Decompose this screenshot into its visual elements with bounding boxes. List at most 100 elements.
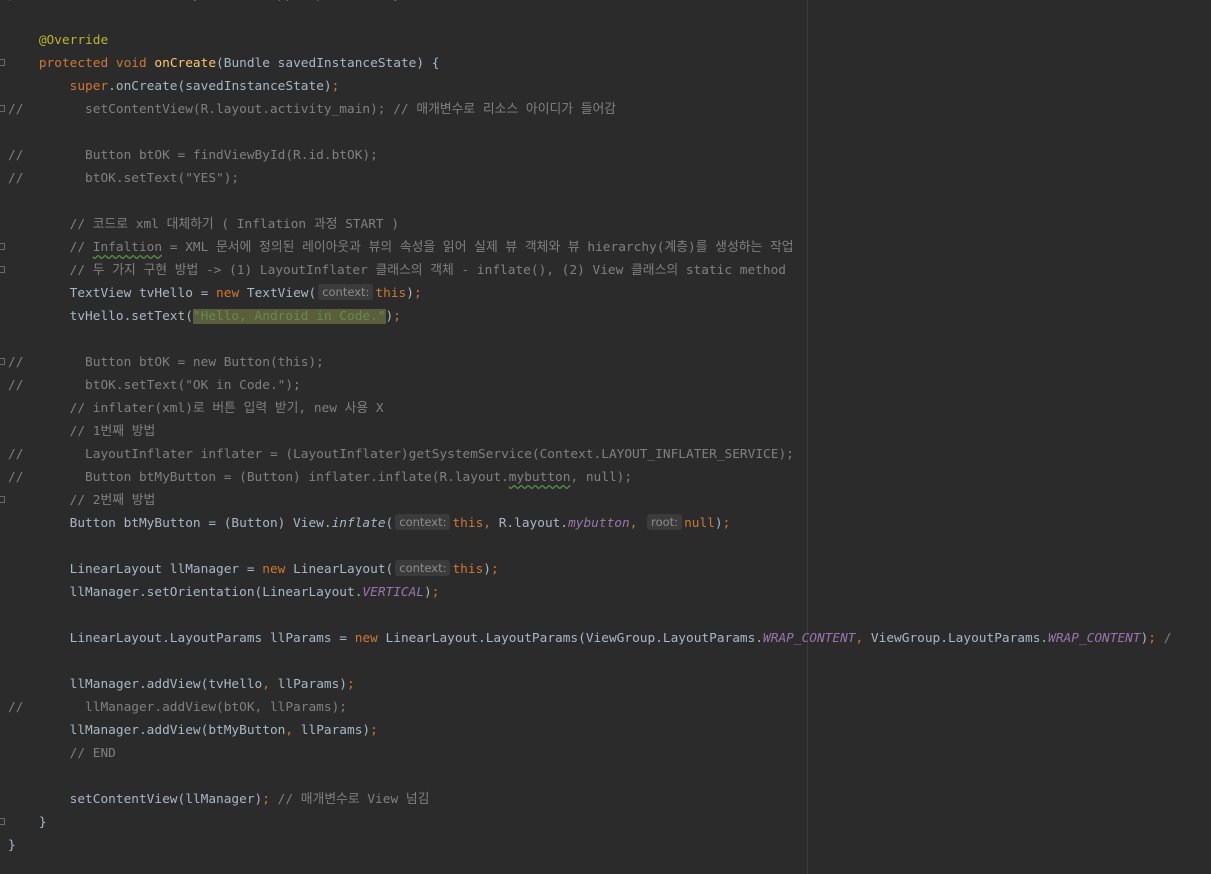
code-token: / — [1156, 631, 1172, 646]
code-token: // Button btMyButton = (Button) inflater… — [8, 470, 509, 485]
parameter-hint: context: — [395, 560, 451, 576]
code-line[interactable]: // END — [0, 742, 1211, 765]
code-token: inflate — [331, 516, 386, 531]
code-line[interactable]: // btOK.setText("OK in Code."); — [0, 374, 1211, 397]
code-line-text: llManager.addView(tvHello, llParams); — [8, 673, 355, 696]
code-token: Button btMyButton = (Button) View. — [8, 516, 332, 531]
code-line[interactable]: // llManager.addView(btOK, llParams); — [0, 696, 1211, 719]
code-token: TextView( — [246, 286, 317, 301]
code-token: TextView tvHello = — [8, 286, 217, 301]
parameter-hint: root: — [647, 514, 683, 530]
code-line[interactable] — [0, 604, 1211, 627]
parameter-hint: context: — [318, 284, 374, 300]
code-token: } — [8, 838, 16, 853]
code-token: , — [262, 677, 278, 692]
code-line[interactable]: // setContentView(R.layout.activity_main… — [0, 98, 1211, 121]
code-line[interactable]: // 2번째 방법 — [0, 489, 1211, 512]
code-line[interactable]: // inflater(xml)로 버튼 입력 받기, new 사용 X — [0, 397, 1211, 420]
code-line[interactable]: // Button btOK = new Button(this); — [0, 351, 1211, 374]
code-token: this — [375, 286, 407, 301]
code-token: llManager.setOrientation(LinearLayout. — [8, 585, 363, 600]
code-token: mybutton — [508, 470, 571, 485]
code-line[interactable]: Button btMyButton = (Button) View.inflat… — [0, 512, 1211, 535]
code-line[interactable] — [0, 121, 1211, 144]
code-line[interactable]: // 1번째 방법 — [0, 420, 1211, 443]
code-line[interactable]: LinearLayout llManager = new LinearLayou… — [0, 558, 1211, 581]
code-line[interactable]: @Override — [0, 29, 1211, 52]
code-token: LinearLayout.LayoutParams(ViewGroup.Layo… — [385, 631, 764, 646]
code-token: LinearLayout.LayoutParams llParams = — [8, 631, 355, 646]
code-line[interactable]: llManager.setOrientation(LinearLayout.VE… — [0, 581, 1211, 604]
code-line[interactable]: // btOK.setText("YES"); — [0, 167, 1211, 190]
code-line[interactable] — [0, 328, 1211, 351]
code-token: new — [354, 631, 386, 646]
code-token: // 1번째 방법 — [8, 424, 156, 439]
code-line[interactable] — [0, 650, 1211, 673]
parameter-hint: context: — [395, 514, 451, 530]
code-line[interactable]: llManager.addView(btMyButton, llParams); — [0, 719, 1211, 742]
code-line[interactable] — [0, 6, 1211, 29]
code-line-text: llManager.setOrientation(LinearLayout.VE… — [8, 581, 440, 604]
fold-marker-icon[interactable] — [0, 496, 5, 503]
code-line[interactable]: } — [0, 834, 1211, 857]
code-line[interactable] — [0, 535, 1211, 558]
code-token: ; — [347, 677, 355, 692]
code-token: Infaltion — [92, 240, 163, 255]
code-token: .onCreate(savedInstanceState) — [108, 79, 332, 94]
code-line-text: // btOK.setText("OK in Code."); — [8, 374, 301, 397]
code-line-text: } — [8, 834, 16, 857]
fold-marker-icon[interactable] — [0, 818, 5, 825]
fold-marker-icon[interactable] — [0, 59, 5, 66]
code-line-text: // 2번째 방법 — [8, 489, 156, 512]
fold-marker-icon[interactable] — [0, 358, 5, 365]
code-token: , null); — [570, 470, 633, 485]
code-line-text: // END — [8, 742, 116, 765]
code-line[interactable]: TextView tvHello = new TextView(context:… — [0, 282, 1211, 305]
code-line-text: Button btMyButton = (Button) View.inflat… — [8, 512, 730, 535]
code-lines: public class MainActivity extends AppCom… — [0, 0, 1211, 857]
code-token: ; — [393, 309, 401, 324]
code-line[interactable]: protected void onCreate(Bundle savedInst… — [0, 52, 1211, 75]
code-line[interactable]: // Infaltion = XML 문서에 정의된 레이아웃과 뷰의 속성을 … — [0, 236, 1211, 259]
code-token: // inflater(xml)로 버튼 입력 받기, new 사용 X — [8, 401, 384, 416]
code-line-text: @Override — [8, 29, 108, 52]
fold-marker-icon[interactable] — [0, 266, 5, 273]
code-token: // END — [8, 746, 116, 761]
code-token: ) — [483, 562, 492, 577]
code-token: WRAP_CONTENT — [1048, 631, 1141, 646]
code-token: // 2번째 방법 — [8, 493, 156, 508]
code-line[interactable]: super.onCreate(savedInstanceState); — [0, 75, 1211, 98]
fold-marker-icon[interactable] — [0, 105, 5, 112]
code-token: setContentView(llManager) — [8, 792, 263, 807]
code-token: protected void — [38, 56, 155, 71]
code-token: // 코드로 xml 대체하기 ( Inflation 과정 START ) — [8, 217, 400, 232]
code-editor[interactable]: public class MainActivity extends AppCom… — [0, 0, 1211, 874]
code-line-text: super.onCreate(savedInstanceState); — [8, 75, 340, 98]
code-token: R.layout. — [498, 516, 569, 531]
code-token: tvHello.setText( — [8, 309, 193, 324]
code-line-text: } — [8, 811, 47, 834]
code-line-text: tvHello.setText("Hello, Android in Code.… — [8, 305, 401, 328]
code-line[interactable]: LinearLayout.LayoutParams llParams = new… — [0, 627, 1211, 650]
code-line[interactable]: // LayoutInflater inflater = (LayoutInfl… — [0, 443, 1211, 466]
code-token: , — [483, 516, 499, 531]
code-token: this — [452, 516, 484, 531]
fold-marker-icon[interactable] — [0, 243, 5, 250]
code-line[interactable]: llManager.addView(tvHello, llParams); — [0, 673, 1211, 696]
code-line[interactable] — [0, 765, 1211, 788]
code-token: llManager.addView(tvHello — [8, 677, 263, 692]
code-line[interactable]: // Button btOK = findViewById(R.id.btOK)… — [0, 144, 1211, 167]
code-token: new — [262, 562, 294, 577]
code-line[interactable]: // 코드로 xml 대체하기 ( Inflation 과정 START ) — [0, 213, 1211, 236]
code-line[interactable]: tvHello.setText("Hello, Android in Code.… — [0, 305, 1211, 328]
code-token: MainActivity — [108, 0, 208, 2]
code-line[interactable]: setContentView(llManager); // 매개변수로 View… — [0, 788, 1211, 811]
code-line[interactable] — [0, 190, 1211, 213]
code-token: ; — [1148, 631, 1157, 646]
code-line-text: // 두 가지 구현 방법 -> (1) LayoutInflater 클래스의… — [8, 259, 786, 282]
code-line[interactable]: } — [0, 811, 1211, 834]
code-line[interactable]: // 두 가지 구현 방법 -> (1) LayoutInflater 클래스의… — [0, 259, 1211, 282]
code-line[interactable]: // Button btMyButton = (Button) inflater… — [0, 466, 1211, 489]
code-line-text: TextView tvHello = new TextView(context:… — [8, 282, 422, 305]
